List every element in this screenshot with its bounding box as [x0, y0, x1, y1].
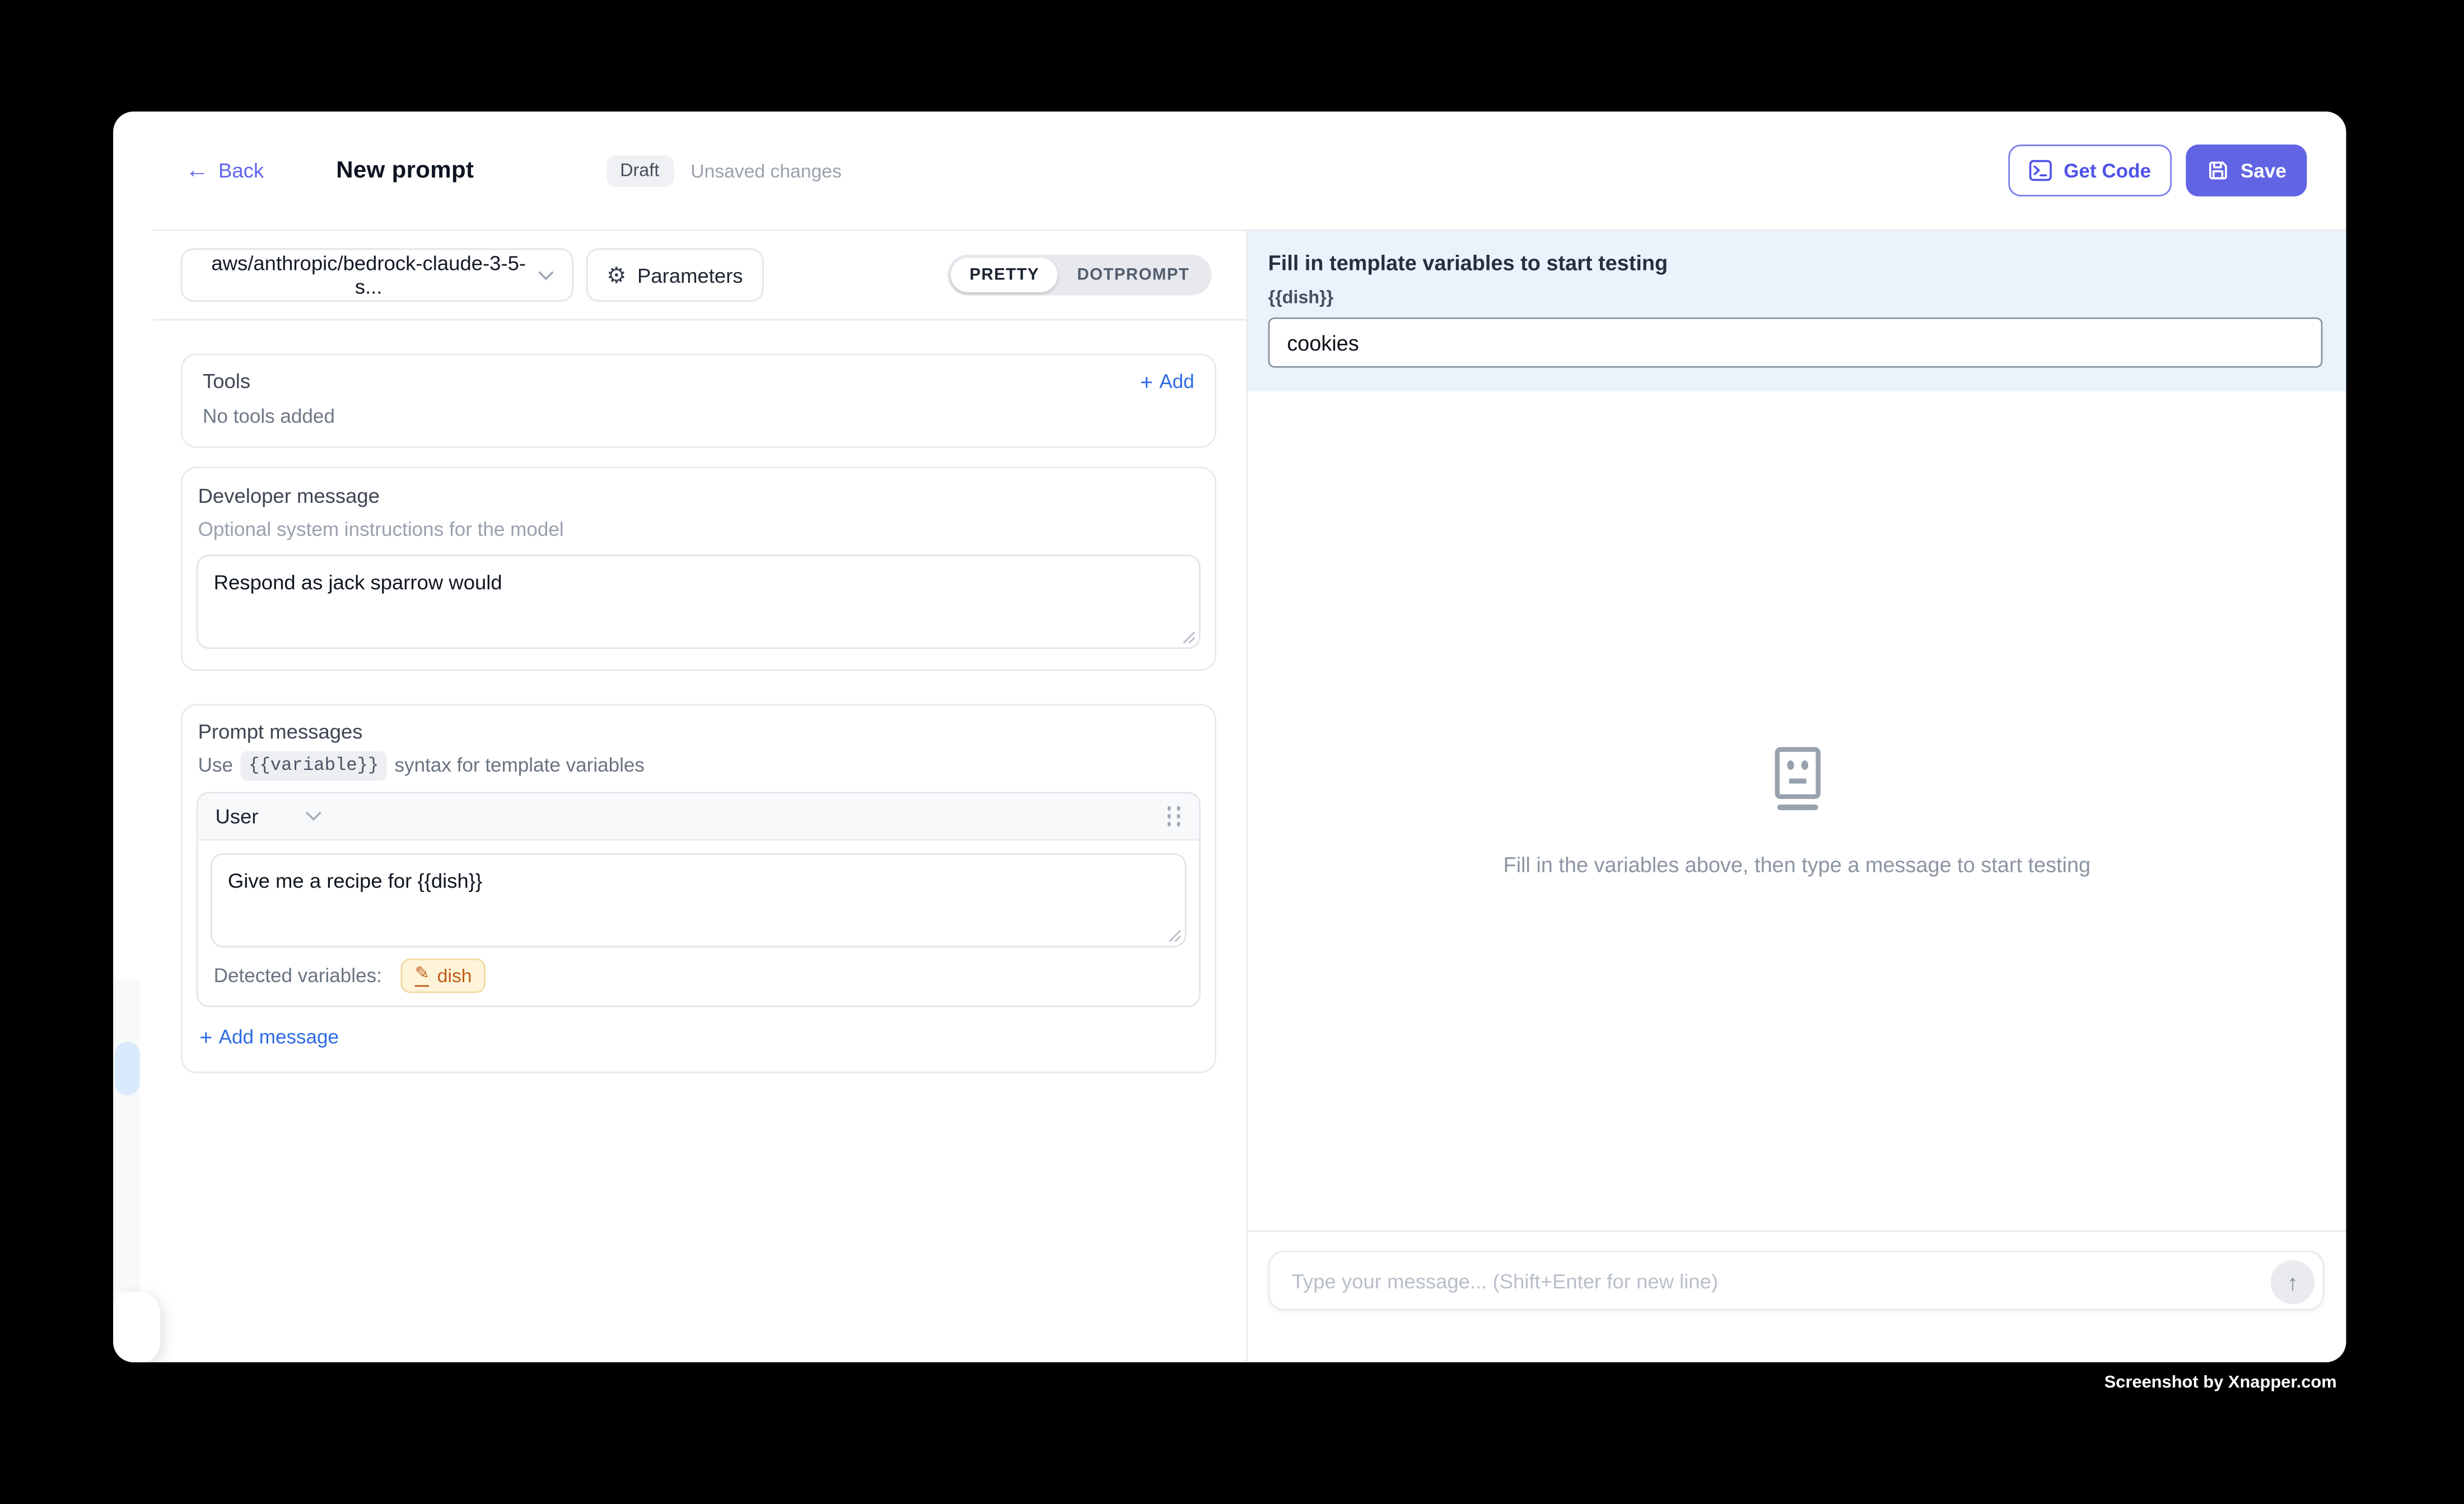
gear-icon: ⚙ — [606, 264, 626, 286]
sidebar-popover — [113, 1292, 160, 1362]
message-body: Give me a recipe for {{dish}} Detected v… — [198, 840, 1199, 993]
page-title: New prompt — [336, 157, 474, 184]
editor-toolbar: aws/anthropic/bedrock-claude-3-5-s... ⚙ … — [152, 231, 1246, 320]
template-variables-panel: Fill in template variables to start test… — [1248, 231, 2346, 391]
terminal-icon — [2029, 158, 2052, 182]
save-button[interactable]: Save — [2186, 144, 2307, 197]
chat-input-bar: ↑ — [1268, 1251, 2325, 1311]
format-toggle: PRETTY DOTPROMPT — [948, 255, 1211, 296]
role-select-value: User — [215, 805, 258, 828]
variable-badge-dish[interactable]: ✎ dish — [401, 959, 486, 993]
variable-dish-label: {{dish}} — [1268, 289, 2323, 308]
screenshot-canvas: ← Back New prompt Draft Unsaved changes … — [0, 0, 2464, 1503]
resize-handle-icon[interactable] — [1168, 928, 1182, 942]
test-panel: Fill in template variables to start test… — [1248, 231, 2346, 1362]
get-code-button[interactable]: Get Code — [2009, 144, 2172, 197]
prompt-messages-title: Prompt messages — [197, 720, 1201, 745]
arrow-up-icon: ↑ — [2287, 1269, 2298, 1294]
chat-input-section: ↑ — [1248, 1230, 2346, 1362]
variable-syntax-chip: {{variable}} — [241, 751, 386, 781]
detected-variables-row: Detected variables: ✎ dish — [211, 959, 1187, 993]
detected-variables-label: Detected variables: — [214, 965, 382, 987]
user-message-input[interactable]: Give me a recipe for {{dish}} — [211, 853, 1187, 947]
tools-empty-text: No tools added — [203, 404, 1194, 429]
model-select[interactable]: aws/anthropic/bedrock-claude-3-5-s... — [181, 248, 574, 301]
parameters-button[interactable]: ⚙ Parameters — [586, 248, 763, 301]
chevron-down-icon — [306, 811, 323, 822]
save-icon — [2206, 158, 2229, 182]
variable-dish-input[interactable] — [1268, 317, 2323, 368]
drag-handle-icon[interactable] — [1168, 807, 1182, 826]
role-select[interactable]: User — [215, 805, 323, 828]
empty-state-text: Fill in the variables above, then type a… — [1503, 853, 2090, 877]
message-block: User — [197, 792, 1201, 1007]
plus-icon: + — [199, 1026, 212, 1048]
back-label: Back — [218, 158, 264, 182]
empty-state: Fill in the variables above, then type a… — [1248, 391, 2346, 1230]
add-tool-button[interactable]: + Add — [1140, 369, 1194, 394]
save-label: Save — [2241, 160, 2286, 181]
developer-message-subtitle: Optional system instructions for the mod… — [197, 517, 1201, 542]
toggle-pretty[interactable]: PRETTY — [951, 258, 1058, 292]
sidebar-strip — [113, 979, 140, 1291]
add-message-label: Add message — [219, 1025, 339, 1050]
edit-icon: ✎ — [415, 965, 430, 985]
chat-message-input[interactable] — [1270, 1252, 2322, 1309]
developer-message-title: Developer message — [197, 484, 1201, 509]
sidebar-active-item[interactable] — [115, 1041, 140, 1095]
add-message-button[interactable]: + Add message — [197, 1025, 339, 1050]
header: ← Back New prompt Draft Unsaved changes … — [152, 111, 2346, 231]
get-code-label: Get Code — [2064, 160, 2151, 181]
app-window: ← Back New prompt Draft Unsaved changes … — [113, 111, 2346, 1362]
editor-content: Tools + Add No tools added Developer mes… — [152, 320, 1246, 1073]
hint-prefix: Use — [198, 753, 233, 779]
model-select-value: aws/anthropic/bedrock-claude-3-5-s... — [199, 251, 538, 298]
send-button[interactable]: ↑ — [2271, 1259, 2315, 1304]
tools-title: Tools — [203, 369, 250, 394]
resize-handle-icon[interactable] — [1182, 630, 1196, 644]
hint-suffix: syntax for template variables — [395, 753, 645, 779]
tools-card: Tools + Add No tools added — [181, 353, 1216, 447]
add-tool-label: Add — [1159, 369, 1194, 394]
message-header: User — [198, 793, 1199, 840]
watermark-text: Screenshot by Xnapper.com — [2104, 1374, 2337, 1393]
prompt-messages-card: Prompt messages Use {{variable}} syntax … — [181, 704, 1216, 1073]
variable-badge-label: dish — [437, 965, 472, 987]
main-area: ← Back New prompt Draft Unsaved changes … — [152, 111, 2346, 1362]
test-panel-title: Fill in template variables to start test… — [1268, 251, 2323, 275]
toggle-dotprompt[interactable]: DOTPROMPT — [1058, 258, 1208, 292]
developer-message-card: Developer message Optional system instru… — [181, 466, 1216, 671]
prompt-editor-panel: aws/anthropic/bedrock-claude-3-5-s... ⚙ … — [152, 231, 1248, 1362]
robot-icon — [1766, 745, 1828, 814]
variable-syntax-hint: Use {{variable}} syntax for template var… — [197, 751, 1201, 781]
collapsed-sidebar — [113, 111, 152, 1362]
back-button[interactable]: ← Back — [185, 158, 264, 182]
back-arrow-icon: ← — [185, 158, 209, 182]
chevron-down-icon — [538, 269, 555, 281]
developer-message-input[interactable]: Respond as jack sparrow would — [197, 555, 1201, 649]
unsaved-changes-text: Unsaved changes — [690, 160, 842, 181]
parameters-label: Parameters — [637, 263, 743, 287]
status-badge: Draft — [606, 155, 673, 186]
plus-icon: + — [1140, 371, 1153, 393]
body-row: aws/anthropic/bedrock-claude-3-5-s... ⚙ … — [152, 231, 2346, 1362]
